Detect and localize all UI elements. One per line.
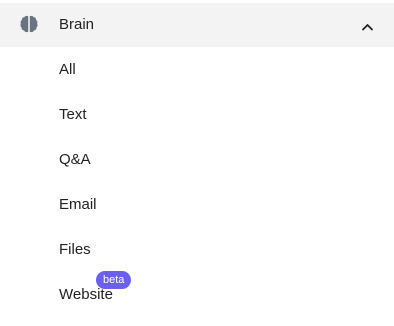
menu-item-label: Files [59,241,91,258]
brain-icon [19,14,39,34]
brain-section-header[interactable]: Brain [0,3,394,47]
menu-item-qa[interactable]: Q&A [0,138,394,183]
menu-item-email[interactable]: Email [0,183,394,228]
menu-item-text[interactable]: Text [0,93,394,138]
menu-item-files[interactable]: Files [0,228,394,273]
menu-item-website[interactable]: Website [0,273,394,318]
beta-badge: beta [96,271,132,289]
menu-item-label: Q&A [59,151,91,168]
menu-item-label: All [59,61,76,78]
brain-menu: Brain All Text Q&A Email Files Website b… [0,0,394,326]
menu-item-label: Text [59,106,87,123]
menu-item-all[interactable]: All [0,48,394,93]
chevron-up-icon[interactable] [361,19,374,31]
section-title: Brain [59,16,95,33]
menu-item-label: Email [59,196,97,213]
